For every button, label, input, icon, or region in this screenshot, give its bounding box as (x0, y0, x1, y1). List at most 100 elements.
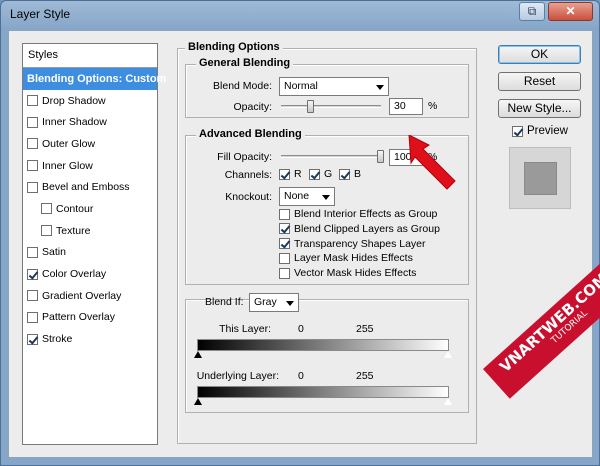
blend-if-label: Blend If: (205, 296, 244, 308)
advanced-option[interactable]: Layer Mask Hides Effects (279, 252, 413, 264)
style-item-label: Stroke (42, 333, 73, 346)
style-checkbox[interactable] (27, 138, 38, 150)
style-item[interactable]: Gradient Overlay (23, 285, 157, 307)
style-checkbox[interactable] (27, 333, 38, 345)
style-item[interactable]: Drop Shadow (23, 90, 157, 112)
style-item[interactable]: Stroke (23, 328, 157, 350)
reset-button[interactable]: Reset (498, 72, 581, 91)
advanced-option[interactable]: Transparency Shapes Layer (279, 238, 426, 250)
advanced-option-checkbox[interactable] (279, 267, 290, 279)
advanced-option-label: Vector Mask Hides Effects (294, 267, 417, 280)
layer-style-dialog: Layer Style ⧉ ✕ Styles Blending Options:… (0, 0, 600, 466)
style-item[interactable]: Satin (23, 242, 157, 264)
this-layer-white-slider[interactable] (443, 350, 453, 359)
underlying-layer-min: 0 (298, 370, 304, 382)
style-item[interactable]: Blending Options: Custom (23, 68, 166, 90)
style-item-label: Blending Options: Custom (27, 72, 167, 85)
channel-checkbox[interactable] (309, 168, 320, 180)
opacity-slider-thumb[interactable] (307, 100, 314, 113)
blend-mode-select[interactable]: Normal (279, 77, 389, 96)
advanced-option-label: Transparency Shapes Layer (294, 237, 426, 250)
channel-toggle[interactable]: B (339, 168, 361, 180)
style-checkbox[interactable] (41, 225, 52, 237)
style-item-label: Color Overlay (42, 268, 107, 281)
red-arrow-icon (408, 135, 456, 190)
blend-mode-value: Normal (284, 80, 318, 92)
style-checkbox[interactable] (27, 116, 38, 128)
styles-header: Styles (23, 44, 157, 68)
this-layer-max: 255 (356, 323, 374, 335)
opacity-input[interactable]: 30 (389, 98, 423, 115)
fill-opacity-slider-thumb[interactable] (377, 150, 384, 163)
preview-label: Preview (527, 125, 568, 137)
style-item-label: Pattern Overlay (42, 311, 115, 324)
this-layer-black-slider[interactable] (194, 351, 202, 358)
preview-swatch (524, 162, 557, 195)
opacity-slider[interactable] (281, 105, 381, 108)
preview-checkbox[interactable] (512, 125, 523, 137)
style-item-label: Gradient Overlay (42, 289, 122, 302)
knockout-select[interactable]: None (279, 187, 335, 206)
advanced-option-label: Blend Clipped Layers as Group (294, 222, 440, 235)
this-layer-label: This Layer: (219, 323, 271, 335)
style-item[interactable]: Color Overlay (23, 263, 157, 285)
opacity-percent: % (428, 100, 438, 112)
style-item[interactable]: Texture (23, 220, 157, 242)
advanced-option[interactable]: Blend Clipped Layers as Group (279, 223, 440, 235)
style-checkbox[interactable] (41, 203, 52, 215)
style-item[interactable]: Pattern Overlay (23, 307, 157, 329)
advanced-option[interactable]: Blend Interior Effects as Group (279, 208, 437, 220)
advanced-option-label: Blend Interior Effects as Group (294, 208, 438, 220)
blend-if-select[interactable]: Gray (249, 293, 299, 312)
dropdown-arrow-icon (286, 301, 294, 306)
style-item-label: Contour (56, 202, 94, 215)
ok-button[interactable]: OK (498, 45, 581, 64)
title-bar[interactable]: Layer Style ⧉ ✕ (1, 1, 599, 29)
advanced-option-checkbox[interactable] (279, 223, 290, 235)
channel-toggle[interactable]: R (279, 168, 302, 180)
channel-label: G (324, 168, 333, 180)
styles-panel: Styles Blending Options: Custom Drop Shad… (22, 43, 166, 445)
knockout-value: None (284, 190, 310, 202)
channel-label: R (294, 168, 302, 180)
style-item-label: Texture (56, 224, 91, 237)
restore-button[interactable]: ⧉ (519, 2, 545, 21)
fill-opacity-slider[interactable] (281, 155, 381, 158)
channel-checkbox[interactable] (339, 168, 350, 180)
style-checkbox[interactable] (27, 311, 38, 323)
style-item-label: Satin (42, 246, 66, 259)
this-layer-gradient (197, 339, 449, 351)
preview-thumbnail (509, 147, 571, 209)
advanced-option-checkbox[interactable] (279, 208, 290, 220)
underlying-layer-black-slider[interactable] (194, 398, 202, 405)
channel-checkbox[interactable] (279, 168, 290, 180)
style-item[interactable]: Inner Shadow (23, 111, 157, 133)
style-item[interactable]: Bevel and Emboss (23, 176, 157, 198)
channel-toggle[interactable]: G (309, 168, 332, 180)
style-item[interactable]: Inner Glow (23, 155, 157, 177)
advanced-option-label: Layer Mask Hides Effects (294, 252, 413, 265)
this-layer-min: 0 (298, 323, 304, 335)
advanced-option-checkbox[interactable] (279, 238, 290, 250)
underlying-layer-max: 255 (356, 370, 374, 382)
advanced-option-checkbox[interactable] (279, 252, 290, 264)
blend-if-value: Gray (254, 296, 277, 308)
style-checkbox[interactable] (27, 181, 38, 193)
style-checkbox[interactable] (27, 95, 38, 107)
general-blending-title: General Blending (196, 57, 294, 69)
advanced-blending-title: Advanced Blending (196, 128, 305, 140)
blend-mode-label: Blend Mode: (213, 80, 272, 92)
style-checkbox[interactable] (27, 160, 38, 172)
style-checkbox[interactable] (27, 290, 38, 302)
style-item[interactable]: Contour (23, 198, 157, 220)
underlying-layer-label: Underlying Layer: (196, 370, 279, 382)
new-style-button[interactable]: New Style... (498, 99, 581, 118)
advanced-option[interactable]: Vector Mask Hides Effects (279, 267, 416, 279)
close-button[interactable]: ✕ (548, 2, 593, 21)
style-item[interactable]: Outer Glow (23, 133, 157, 155)
underlying-layer-white-slider[interactable] (443, 397, 453, 406)
style-checkbox[interactable] (27, 268, 38, 280)
preview-toggle[interactable]: Preview (512, 125, 568, 137)
underlying-layer-gradient (197, 386, 449, 398)
style-checkbox[interactable] (27, 246, 38, 258)
